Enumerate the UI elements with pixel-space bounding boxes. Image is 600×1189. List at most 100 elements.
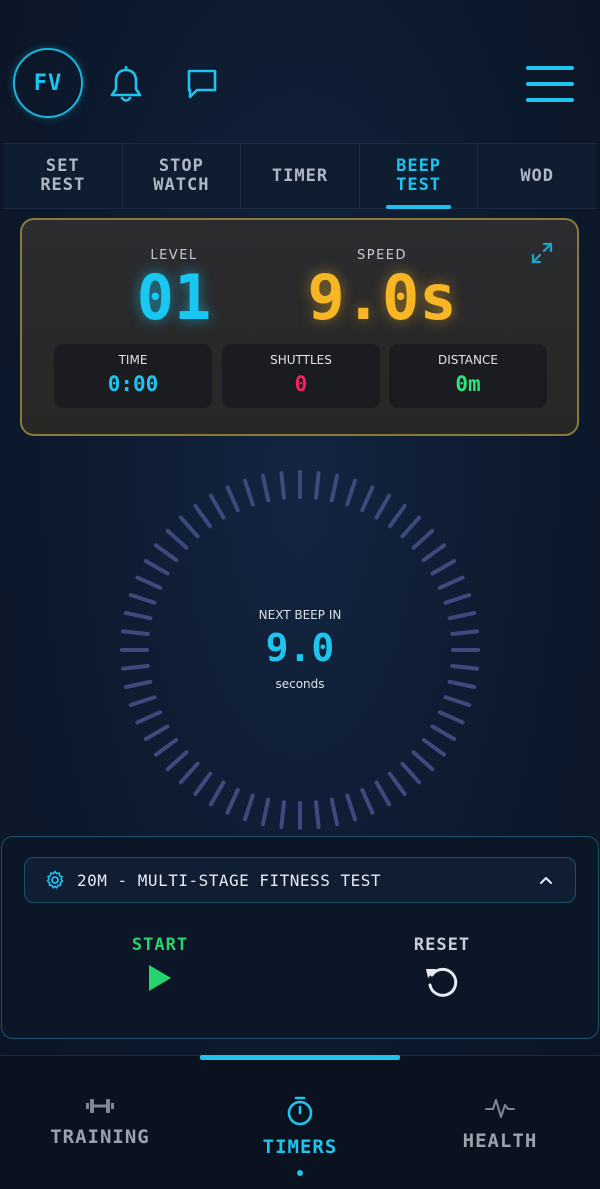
ring-tick [193,503,213,529]
ring-tick [193,771,213,797]
ring-tick [242,478,255,507]
heartbeat-icon [400,1096,600,1120]
ring-tick [260,797,271,827]
settings-gear-icon [45,870,65,890]
time-label: TIME [118,353,148,367]
nav-item-health[interactable]: HEALTH [400,1096,600,1152]
dumbbell-icon [0,1096,200,1116]
reset-button[interactable]: RESET [382,935,502,1001]
ring-tick [165,528,189,550]
ring-tick [411,750,435,772]
ring-tick [421,737,447,757]
ring-tick [360,787,375,815]
ring-tick [123,679,153,690]
nav-label-timers: TIMERS [262,1136,338,1158]
bell-icon[interactable] [106,63,146,107]
bottom-navigation: TRAINING TIMERS HEALTH [0,1055,600,1189]
chevron-up-icon [539,874,553,886]
ring-tick [313,470,321,500]
ring-tick [447,679,477,690]
ring-tick [374,493,391,520]
next-beep-label: NEXT BEEP IN [258,608,342,622]
ring-tick [329,473,340,503]
chat-icon[interactable] [182,64,222,104]
ring-tick [374,780,391,807]
next-beep-value: 9.0 [265,626,335,670]
shuttles-stat: SHUTTLES 0 [222,344,380,408]
ring-tick [450,629,480,637]
ring-tick [135,710,163,725]
level-value: 01 [136,261,212,334]
distance-value: 0m [455,372,481,396]
timer-tabs: SET REST STOP WATCH TIMER BEEP TEST WOD [4,143,596,209]
ring-tick [443,695,472,708]
beep-test-stats-panel: LEVEL 01 SPEED 9.0s TIME 0:00 SHUTTLES 0… [20,218,579,436]
ring-tick [387,771,407,797]
next-beep-unit: seconds [275,677,325,691]
ring-tick [242,793,255,822]
nav-label-health: HEALTH [462,1130,538,1152]
shuttles-label: SHUTTLES [270,353,332,367]
nav-item-training[interactable]: TRAINING [0,1096,200,1148]
ring-tick [225,787,240,815]
tab-stopwatch[interactable]: STOP WATCH [123,144,242,208]
ring-tick [128,592,157,605]
play-icon [100,963,220,993]
ring-tick [120,663,150,671]
ring-tick [430,724,457,741]
ring-tick [209,780,226,807]
control-panel: 20M - MULTI-STAGE FITNESS TEST START RES… [1,836,599,1039]
ring-tick [153,543,179,563]
tab-beep-test[interactable]: BEEP TEST [360,144,479,209]
ring-tick [120,629,150,637]
ring-tick [209,493,226,520]
ring-tick [421,543,447,563]
ring-tick [450,663,480,671]
expand-icon[interactable] [529,240,555,266]
ring-tick [430,559,457,576]
ring-tick [437,575,465,590]
ring-tick [225,485,240,513]
ring-tick [400,515,422,539]
start-button[interactable]: START [100,935,220,993]
distance-stat: DISTANCE 0m [389,344,547,408]
avatar[interactable]: FV [13,48,83,118]
time-stat: TIME 0:00 [54,344,212,408]
ring-tick [260,473,271,503]
ring-tick [345,478,358,507]
ring-tick [400,761,422,785]
avatar-initials: FV [33,70,63,96]
ring-tick [123,610,153,621]
ring-tick [387,503,407,529]
ring-tick [128,695,157,708]
test-type-value: 20M - MULTI-STAGE FITNESS TEST [77,870,381,890]
ring-tick [360,485,375,513]
nav-item-timers[interactable]: TIMERS [200,1096,400,1176]
ring-tick [143,559,170,576]
ring-tick [313,800,321,830]
time-value: 0:00 [107,372,159,396]
menu-icon[interactable] [526,66,574,104]
nav-active-dot [297,1170,303,1176]
test-type-select[interactable]: 20M - MULTI-STAGE FITNESS TEST [24,857,576,903]
reset-label: RESET [413,935,471,955]
ring-tick [143,724,170,741]
ring-tick [447,610,477,621]
ring-tick [279,800,287,830]
ring-tick [153,737,179,757]
distance-label: DISTANCE [438,353,498,367]
ring-tick [165,750,189,772]
tab-wod[interactable]: WOD [478,144,596,208]
ring-tick [178,761,200,785]
ring-tick [329,797,340,827]
start-label: START [131,935,189,955]
reset-icon [382,963,502,1001]
nav-label-training: TRAINING [50,1126,150,1148]
speed-value: 9.0s [307,261,457,334]
tab-set-rest[interactable]: SET REST [4,144,123,208]
ring-tick [345,793,358,822]
stopwatch-icon [200,1096,400,1126]
nav-active-indicator [200,1055,400,1060]
ring-tick [279,470,287,500]
tab-timer[interactable]: TIMER [241,144,360,208]
